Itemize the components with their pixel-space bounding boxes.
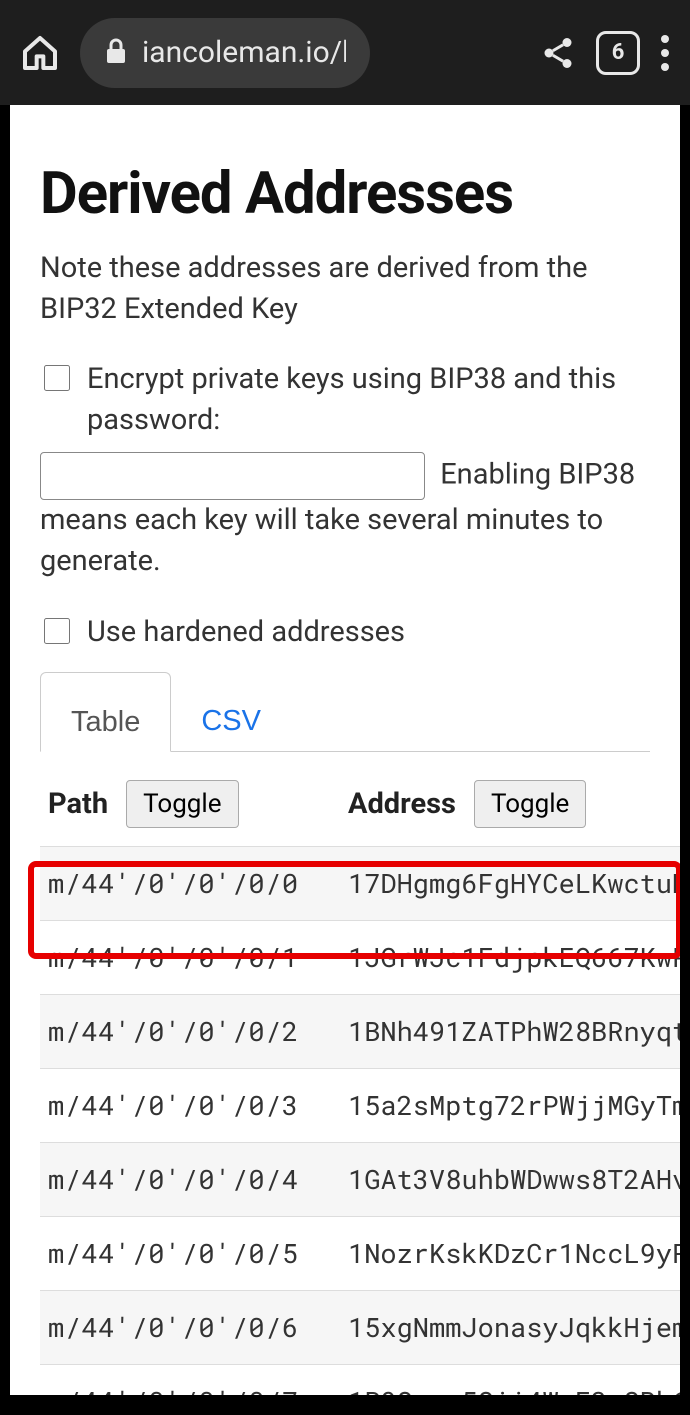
hardened-checkbox-label: Use hardened addresses xyxy=(87,612,405,653)
table-row[interactable]: m/44'/0'/0'/0/315a2sMptg72rPWjjMGyTmJ xyxy=(40,1068,680,1142)
cell-path: m/44'/0'/0'/0/2 xyxy=(48,1014,348,1049)
more-icon[interactable] xyxy=(660,34,670,72)
page-content: Derived Addresses Note these addresses a… xyxy=(10,105,680,1395)
bip38-checkbox[interactable] xyxy=(44,365,70,391)
tabs-count: 6 xyxy=(612,40,625,65)
url-bar[interactable]: iancoleman.io/bip xyxy=(80,18,370,88)
cell-path: m/44'/0'/0'/0/4 xyxy=(48,1162,348,1197)
cell-path: m/44'/0'/0'/0/1 xyxy=(48,940,348,975)
cell-address: 1GAt3V8uhbWDwws8T2AHvs xyxy=(348,1162,680,1197)
note-text: Note these addresses are derived from th… xyxy=(40,248,650,329)
cell-address: 1P9Gyry5Gii4WrE3xGBh6U xyxy=(348,1384,680,1395)
tab-csv[interactable]: CSV xyxy=(171,672,291,751)
bip38-checkbox-row[interactable]: Encrypt private keys using BIP38 and thi… xyxy=(40,359,650,440)
share-icon[interactable] xyxy=(540,35,576,71)
bip38-checkbox-label: Encrypt private keys using BIP38 and thi… xyxy=(87,359,650,440)
hardened-checkbox[interactable] xyxy=(44,618,70,644)
cell-address: 1JGrWJc1FdjpkEQ667KwPY xyxy=(348,940,680,975)
bip38-password-input[interactable] xyxy=(40,452,425,500)
table-row[interactable]: m/44'/0'/0'/0/21BNh491ZATPhW28BRnyqtw xyxy=(40,994,680,1068)
url-text: iancoleman.io/bip xyxy=(142,35,346,70)
table-header: Path Toggle Address Toggle xyxy=(40,770,680,846)
tab-strip: Table CSV xyxy=(40,672,650,752)
table-row[interactable]: m/44'/0'/0'/0/017DHgmg6FgHYCeLKwctuHf xyxy=(40,846,680,920)
table-row[interactable]: m/44'/0'/0'/0/615xgNmmJonasyJqkkHjemR xyxy=(40,1290,680,1364)
table-row[interactable]: m/44'/0'/0'/0/71P9Gyry5Gii4WrE3xGBh6U xyxy=(40,1364,680,1395)
cell-path: m/44'/0'/0'/0/0 xyxy=(48,866,348,901)
page-title: Derived Addresses xyxy=(40,160,650,228)
cell-path: m/44'/0'/0'/0/7 xyxy=(48,1384,348,1395)
toggle-path-button[interactable]: Toggle xyxy=(126,780,238,828)
home-icon[interactable] xyxy=(20,33,60,73)
table-row[interactable]: m/44'/0'/0'/0/51NozrKskKDzCr1NccL9yRU xyxy=(40,1216,680,1290)
cell-address: 1NozrKskKDzCr1NccL9yRU xyxy=(348,1236,680,1271)
cell-path: m/44'/0'/0'/0/3 xyxy=(48,1088,348,1123)
tabs-count-button[interactable]: 6 xyxy=(596,31,640,75)
lock-icon xyxy=(104,37,128,69)
hardened-checkbox-row[interactable]: Use hardened addresses xyxy=(40,612,650,653)
table-row[interactable]: m/44'/0'/0'/0/11JGrWJc1FdjpkEQ667KwPY xyxy=(40,920,680,994)
table-row[interactable]: m/44'/0'/0'/0/41GAt3V8uhbWDwws8T2AHvs xyxy=(40,1142,680,1216)
cell-address: 17DHgmg6FgHYCeLKwctuHf xyxy=(348,866,680,901)
table-body: m/44'/0'/0'/0/017DHgmg6FgHYCeLKwctuHfm/4… xyxy=(40,846,680,1395)
toggle-address-button[interactable]: Toggle xyxy=(474,780,586,828)
col-address-header: Address xyxy=(348,787,456,821)
cell-path: m/44'/0'/0'/0/5 xyxy=(48,1236,348,1271)
cell-address: 15xgNmmJonasyJqkkHjemR xyxy=(348,1310,680,1345)
browser-bar: iancoleman.io/bip 6 xyxy=(0,0,690,105)
col-path-header: Path xyxy=(48,787,108,821)
cell-path: m/44'/0'/0'/0/6 xyxy=(48,1310,348,1345)
cell-address: 15a2sMptg72rPWjjMGyTmJ xyxy=(348,1088,680,1123)
address-table: Path Toggle Address Toggle m/44'/0'/0'/0… xyxy=(40,770,680,1395)
cell-address: 1BNh491ZATPhW28BRnyqtw xyxy=(348,1014,680,1049)
tab-table[interactable]: Table xyxy=(40,672,171,752)
bip38-block: Enabling BIP38 means each key will take … xyxy=(40,452,650,581)
